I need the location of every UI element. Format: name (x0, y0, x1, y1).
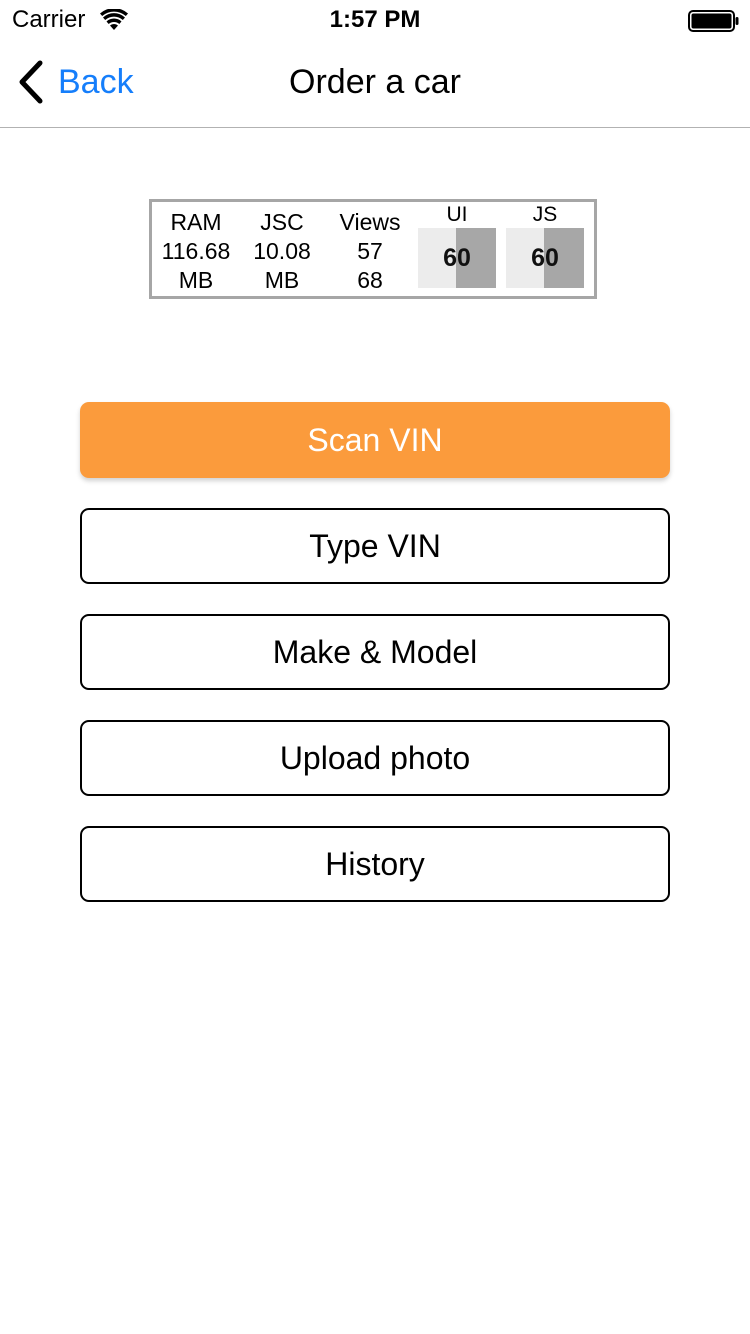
perf-ram: RAM 116.68 MB (154, 208, 238, 295)
perf-monitor[interactable]: RAM 116.68 MB JSC 10.08 MB Views 57 68 U… (149, 199, 597, 299)
perf-views-total: 68 (357, 267, 383, 293)
perf-views: Views 57 68 (328, 208, 412, 295)
perf-js-value: 60 (531, 244, 559, 272)
perf-ram-unit: MB (178, 267, 214, 293)
perf-ui-label: UI (446, 203, 468, 226)
perf-jsc-value: 10.08 (253, 238, 311, 264)
history-button[interactable]: History (80, 826, 670, 902)
perf-js-fps: JS 60 (506, 204, 584, 288)
perf-ui-fps: UI 60 (418, 204, 496, 288)
perf-jsc-unit: MB (264, 267, 300, 293)
perf-ui-value: 60 (443, 244, 471, 272)
perf-views-label: Views (339, 209, 401, 235)
perf-js-graph: 60 (506, 228, 584, 288)
upload-photo-button[interactable]: Upload photo (80, 720, 670, 796)
status-bar: Carrier 1:57 PM (0, 0, 750, 40)
make-model-button[interactable]: Make & Model (80, 614, 670, 690)
perf-ui-graph: 60 (418, 228, 496, 288)
perf-ram-value: 116.68 (161, 238, 231, 264)
status-time: 1:57 PM (329, 6, 421, 33)
perf-jsc: JSC 10.08 MB (244, 208, 320, 295)
perf-jsc-label: JSC (260, 209, 304, 235)
perf-ram-label: RAM (170, 209, 222, 235)
perf-js-label: JS (532, 203, 558, 226)
navigation-bar: Back Order a car (0, 40, 750, 128)
page-title: Order a car (289, 63, 461, 101)
perf-views-visible: 57 (357, 238, 383, 264)
scan-vin-button[interactable]: Scan VIN (80, 402, 670, 478)
battery-full-icon (688, 10, 739, 32)
type-vin-button[interactable]: Type VIN (80, 508, 670, 584)
